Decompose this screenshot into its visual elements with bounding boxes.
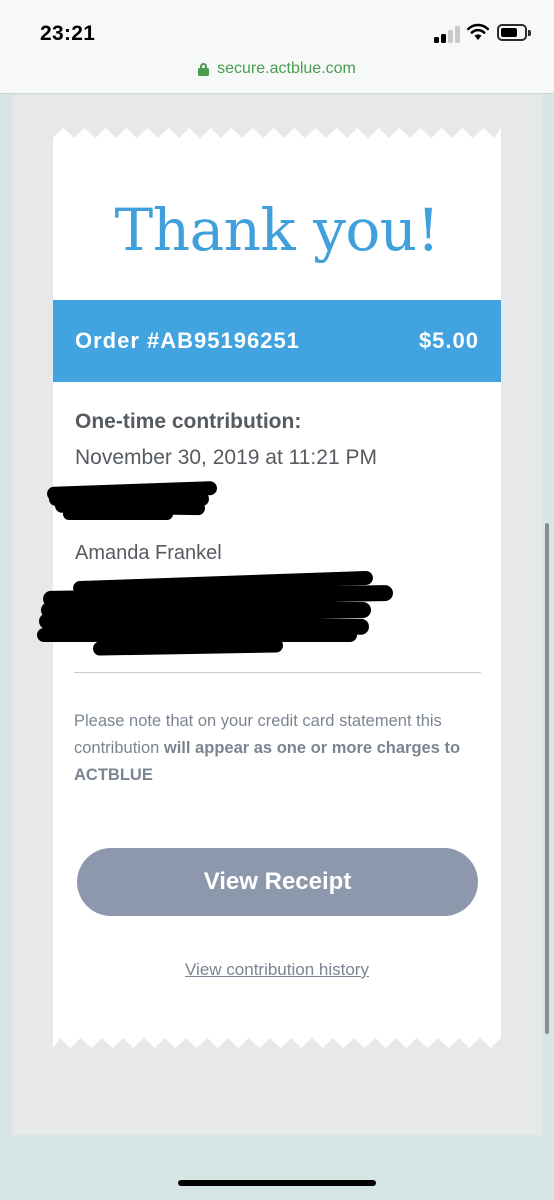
donor-name: Amanda Frankel xyxy=(75,542,222,564)
view-receipt-button[interactable]: View Receipt xyxy=(77,848,478,916)
billing-note: Please note that on your credit card sta… xyxy=(74,708,484,789)
divider xyxy=(74,672,481,673)
order-amount: $5.00 xyxy=(418,328,479,353)
wifi-icon xyxy=(466,23,490,40)
status-time: 23:21 xyxy=(40,22,96,45)
order-bar: Order #AB95196251 $5.00 xyxy=(53,300,501,382)
order-number: Order #AB95196251 xyxy=(75,328,300,353)
scrollbar[interactable] xyxy=(545,523,549,1034)
contribution-type: One-time contribution: xyxy=(75,410,302,433)
thank-you-heading: Thank you! xyxy=(114,196,440,264)
home-indicator[interactable] xyxy=(178,1180,376,1186)
view-history-link[interactable]: View contribution history xyxy=(53,960,501,980)
receipt-card: Thank you! Order #AB95196251 $5.00 One-t… xyxy=(37,128,501,1048)
contribution-date: November 30, 2019 at 11:21 PM xyxy=(75,446,377,469)
lock-icon xyxy=(198,62,210,76)
status-bar: 23:21 xyxy=(0,0,554,58)
address-bar[interactable]: secure.actblue.com xyxy=(0,58,554,94)
url-text[interactable]: secure.actblue.com xyxy=(217,60,356,78)
signal-icon xyxy=(434,26,460,43)
battery-icon xyxy=(497,24,531,41)
